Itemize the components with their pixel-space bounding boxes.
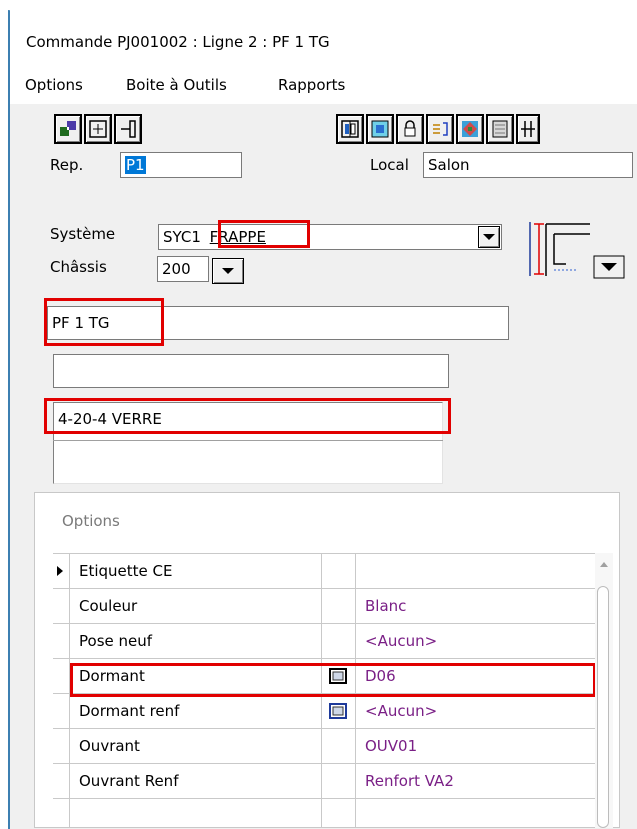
column-divider bbox=[321, 624, 322, 658]
column-divider bbox=[355, 729, 356, 763]
local-label: Local bbox=[370, 156, 409, 174]
column-divider bbox=[321, 554, 322, 588]
rep-field[interactable]: P1 bbox=[120, 152, 242, 178]
frame-handle-icon[interactable] bbox=[114, 114, 142, 144]
row-selector[interactable] bbox=[53, 694, 70, 728]
column-divider bbox=[321, 729, 322, 763]
column-divider bbox=[355, 624, 356, 658]
options-title: Options bbox=[62, 512, 120, 530]
options-row-dormant-renf[interactable]: Dormant renf <Aucun> bbox=[53, 694, 595, 729]
colored-window-icon[interactable] bbox=[456, 114, 484, 144]
highlight-vitrage bbox=[44, 398, 451, 434]
current-row-icon bbox=[57, 566, 63, 576]
profile-section-icon[interactable] bbox=[329, 703, 347, 719]
row-selector[interactable] bbox=[53, 589, 70, 623]
systeme-dropdown-button[interactable] bbox=[478, 226, 500, 248]
column-divider bbox=[321, 799, 322, 828]
menu-options[interactable]: Options bbox=[25, 76, 83, 94]
chassis-label: Châssis bbox=[50, 258, 107, 276]
systeme-value-prefix: SYC1 bbox=[163, 228, 201, 246]
column-divider bbox=[355, 799, 356, 828]
column-divider bbox=[355, 764, 356, 798]
shutter-icon[interactable] bbox=[486, 114, 514, 144]
menu-rapports[interactable]: Rapports bbox=[278, 76, 345, 94]
column-divider bbox=[321, 589, 322, 623]
options-row-ouvrant[interactable]: Ouvrant OUV01 bbox=[53, 729, 595, 764]
frame-profile-icon bbox=[529, 222, 625, 279]
option-name: Couleur bbox=[79, 597, 138, 615]
list-align-icon[interactable] bbox=[426, 114, 454, 144]
systeme-label: Système bbox=[50, 225, 116, 243]
option-name: Pose neuf bbox=[79, 632, 153, 650]
chevron-down-icon bbox=[483, 234, 495, 240]
column-divider bbox=[321, 694, 322, 728]
chevron-down-icon bbox=[222, 268, 234, 274]
local-field[interactable]: Salon bbox=[423, 152, 633, 178]
option-value[interactable]: Renfort VA2 bbox=[365, 772, 454, 790]
glass-pane-icon[interactable] bbox=[366, 114, 394, 144]
row-selector[interactable] bbox=[53, 799, 70, 828]
row-selector[interactable] bbox=[53, 554, 70, 588]
mullion-icon[interactable] bbox=[336, 114, 364, 144]
line2-field[interactable] bbox=[53, 354, 449, 388]
column-divider bbox=[355, 554, 356, 588]
profile-picker[interactable] bbox=[526, 220, 630, 280]
option-value[interactable]: <Aucun> bbox=[365, 702, 437, 720]
option-name: Ouvrant Renf bbox=[79, 772, 179, 790]
chassis-field[interactable]: 200 bbox=[157, 256, 209, 282]
highlight-designation bbox=[44, 298, 164, 346]
grille-icon[interactable] bbox=[516, 114, 540, 144]
chassis-dropdown-button[interactable] bbox=[212, 258, 244, 284]
option-name: Ouvrant bbox=[79, 737, 140, 755]
option-name: Dormant renf bbox=[79, 702, 180, 720]
highlight-dormant bbox=[70, 663, 596, 697]
option-value[interactable]: OUV01 bbox=[365, 737, 417, 755]
highlight-frappe bbox=[218, 220, 310, 248]
options-row-partial[interactable] bbox=[53, 799, 595, 828]
rep-value: P1 bbox=[125, 156, 146, 174]
scroll-up-icon[interactable] bbox=[600, 562, 608, 567]
systeme-select[interactable]: SYC1 FRAPPE bbox=[158, 224, 502, 250]
row-selector[interactable] bbox=[53, 659, 70, 693]
grid-cross-icon[interactable] bbox=[84, 114, 112, 144]
rep-label: Rep. bbox=[50, 156, 84, 174]
column-divider bbox=[321, 764, 322, 798]
options-row-etiquette-ce[interactable]: Etiquette CE bbox=[53, 554, 595, 589]
window-title: Commande PJ001002 : Ligne 2 : PF 1 TG bbox=[26, 33, 330, 51]
option-name: Etiquette CE bbox=[79, 562, 173, 580]
options-row-pose-neuf[interactable]: Pose neuf <Aucun> bbox=[53, 624, 595, 659]
option-value[interactable]: Blanc bbox=[365, 597, 406, 615]
options-row-couleur[interactable]: Couleur Blanc bbox=[53, 589, 595, 624]
column-divider bbox=[355, 589, 356, 623]
option-value[interactable]: <Aucun> bbox=[365, 632, 437, 650]
scrollbar-thumb[interactable] bbox=[597, 586, 609, 828]
row-selector[interactable] bbox=[53, 729, 70, 763]
column-divider bbox=[355, 694, 356, 728]
options-row-ouvrant-renf[interactable]: Ouvrant Renf Renfort VA2 bbox=[53, 764, 595, 799]
row-selector[interactable] bbox=[53, 624, 70, 658]
window-split-icon[interactable] bbox=[54, 114, 82, 144]
menu-boite-a-outils[interactable]: Boite à Outils bbox=[126, 76, 227, 94]
row-selector[interactable] bbox=[53, 764, 70, 798]
lock-icon[interactable] bbox=[396, 114, 424, 144]
vitrage-divider bbox=[53, 440, 443, 441]
